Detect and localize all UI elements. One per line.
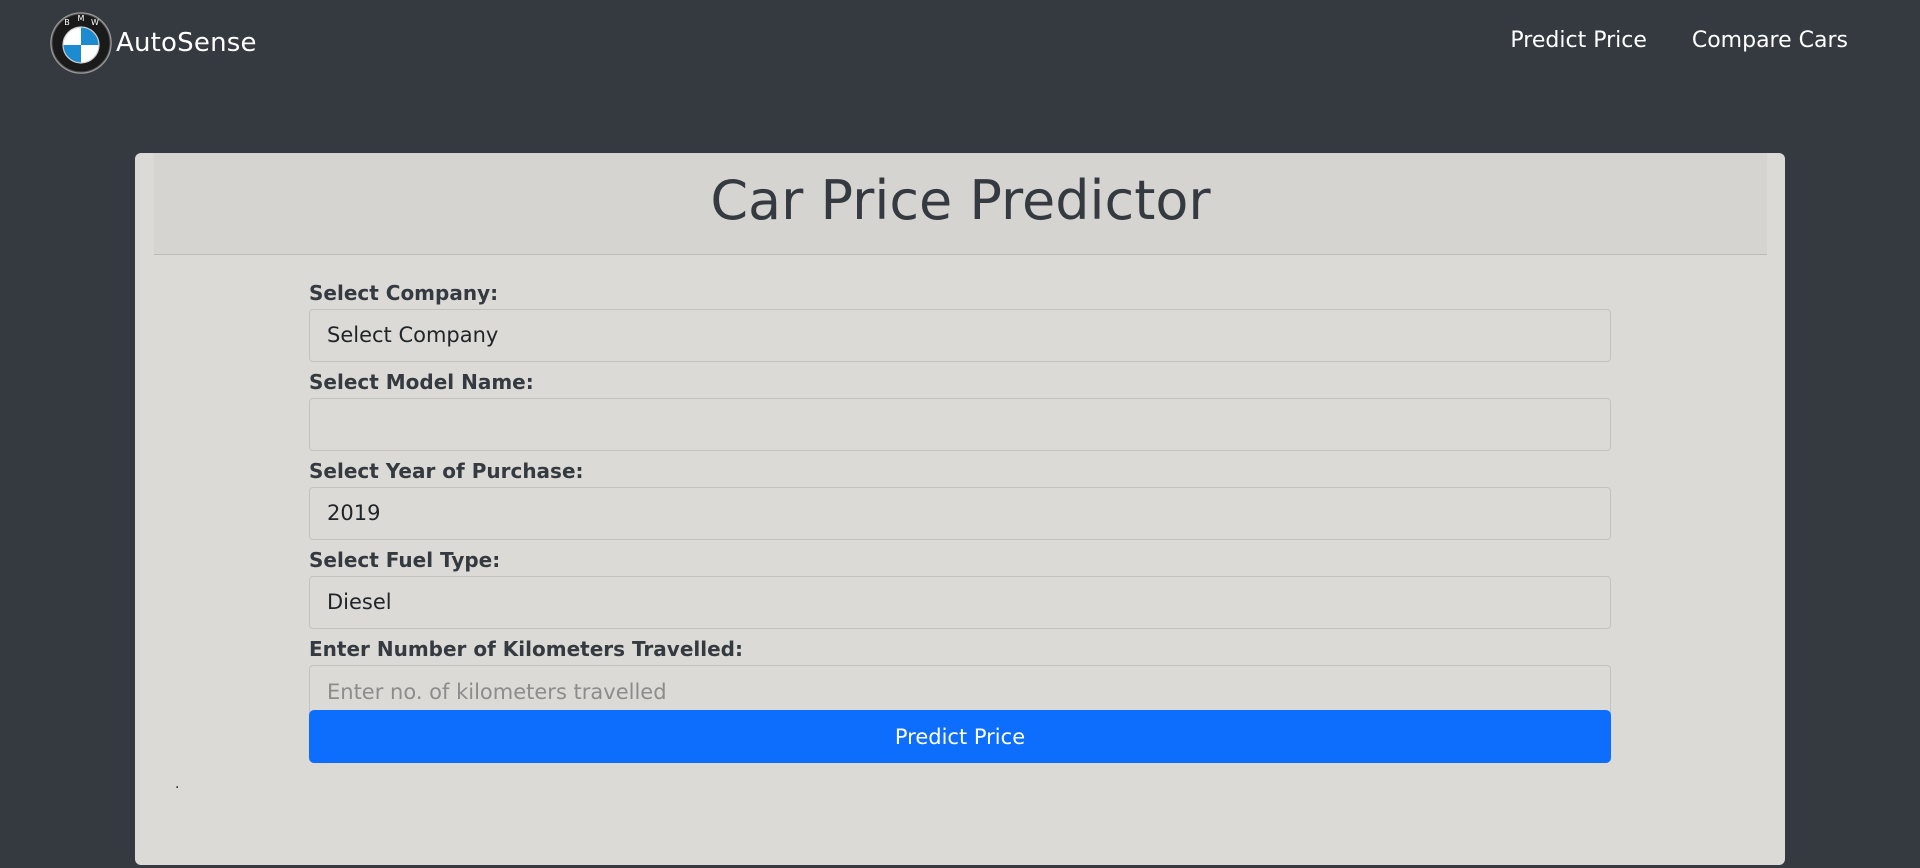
- logo-letter: W: [91, 18, 99, 27]
- predictor-card: Car Price Predictor Select Company: Sele…: [135, 153, 1785, 865]
- nav-link-predict-price[interactable]: Predict Price: [1510, 28, 1646, 53]
- card-header: Car Price Predictor: [154, 153, 1767, 255]
- nav-link-compare-cars[interactable]: Compare Cars: [1692, 28, 1848, 53]
- model-select[interactable]: [309, 398, 1611, 451]
- company-label: Select Company:: [309, 281, 499, 305]
- prediction-result: .: [175, 776, 180, 792]
- bmw-logo-icon: B M W: [50, 12, 112, 74]
- nav-links: Predict Price Compare Cars: [1510, 28, 1848, 53]
- company-select[interactable]: Select Company: [309, 309, 1611, 362]
- brand[interactable]: B M W AutoSense: [50, 12, 257, 74]
- navbar: B M W AutoSense Predict Price Compare Ca…: [0, 0, 1920, 90]
- logo-letter: M: [78, 14, 85, 23]
- brand-name[interactable]: AutoSense: [116, 28, 257, 58]
- kilometers-label: Enter Number of Kilometers Travelled:: [309, 637, 743, 661]
- year-label: Select Year of Purchase:: [309, 459, 584, 483]
- page-title: Car Price Predictor: [710, 169, 1211, 232]
- model-label: Select Model Name:: [309, 370, 534, 394]
- fuel-type-select[interactable]: Diesel: [309, 576, 1611, 629]
- logo-letter: B: [64, 18, 70, 27]
- year-select[interactable]: 2019: [309, 487, 1611, 540]
- predict-price-button[interactable]: Predict Price: [309, 710, 1611, 763]
- fuel-label: Select Fuel Type:: [309, 548, 501, 572]
- prediction-form: Select Company: Select Company Select Mo…: [309, 281, 1611, 718]
